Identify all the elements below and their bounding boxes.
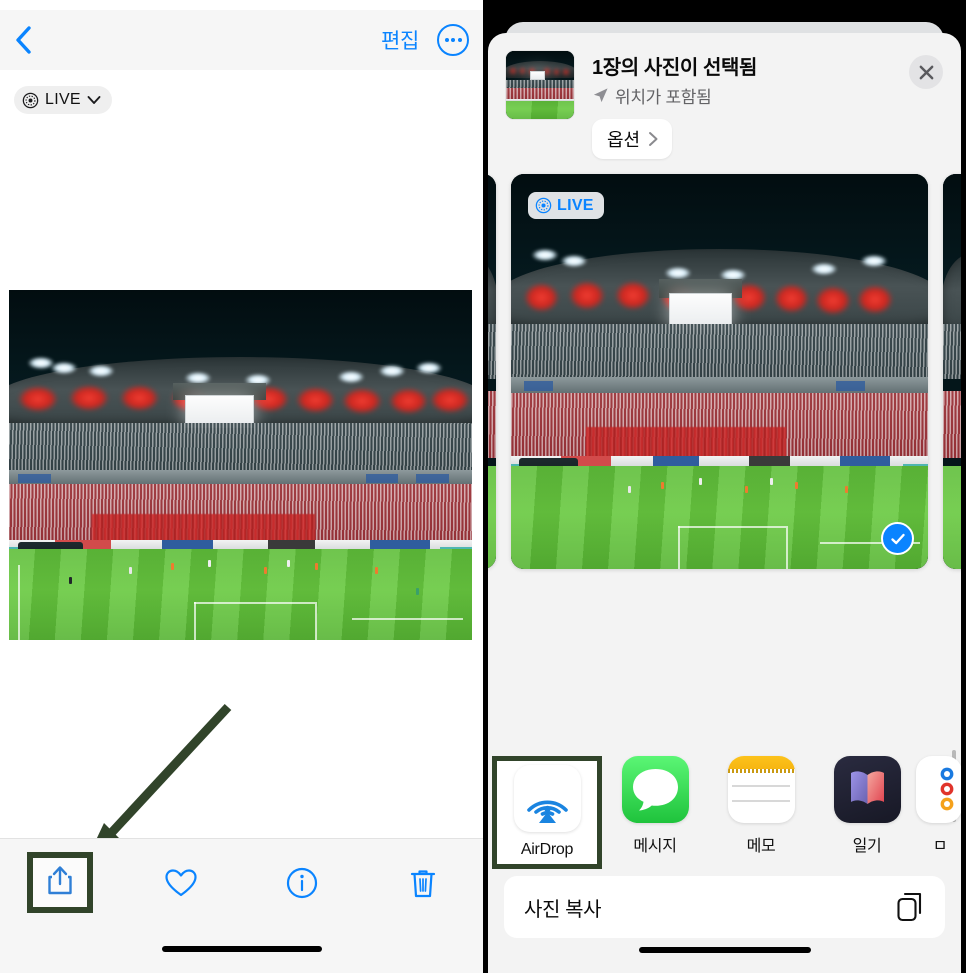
photo-detail-panel: 편집 LIVE — [0, 0, 483, 973]
upper-stand-crowd — [9, 423, 472, 472]
ellipsis-dot — [444, 38, 449, 42]
selected-checkmark[interactable] — [881, 522, 914, 555]
chevron-down-icon — [87, 96, 101, 104]
copy-photo-action[interactable]: 사진 복사 — [504, 876, 945, 938]
football-pitch — [9, 549, 472, 640]
live-photo-toggle[interactable]: LIVE — [14, 86, 112, 114]
copy-photo-label: 사진 복사 — [524, 898, 602, 921]
share-sheet-text: 1장의 사진이 선택됨 위치가 포함됨 옵션 — [592, 50, 945, 165]
delete-button-cell — [362, 867, 483, 899]
live-photo-badge[interactable]: LIVE — [528, 192, 604, 219]
airdrop-icon — [513, 765, 581, 832]
copy-icon — [897, 892, 922, 922]
thumbnail-image — [506, 51, 574, 119]
home-indicator[interactable] — [638, 947, 811, 953]
stadium-image — [9, 290, 472, 640]
share-icon[interactable] — [46, 864, 74, 896]
back-button[interactable] — [14, 23, 44, 57]
photo-carousel: LIVE — [488, 165, 961, 822]
messages-icon — [621, 756, 689, 823]
info-circle-icon[interactable] — [286, 867, 318, 899]
chevron-right-icon — [649, 132, 658, 146]
location-included-label: 위치가 포함됨 — [615, 88, 712, 107]
share-sheet-header: 1장의 사진이 선택됨 위치가 포함됨 옵션 — [488, 33, 961, 165]
supporters-section — [92, 514, 315, 542]
heart-icon[interactable] — [164, 868, 198, 898]
live-photo-icon — [22, 92, 39, 108]
mail-icon — [916, 756, 961, 823]
carousel-stadium-image — [511, 174, 928, 569]
live-label: LIVE — [45, 91, 81, 108]
home-indicator[interactable] — [161, 946, 322, 952]
nav-right-group: 편집 — [381, 24, 469, 56]
selection-title: 1장의 사진이 선택됨 — [592, 57, 758, 79]
navigation-bar: 편집 — [0, 10, 483, 70]
share-button-cell — [0, 852, 121, 913]
live-badge-label: LIVE — [557, 196, 594, 214]
share-sheet: 1장의 사진이 선택됨 위치가 포함됨 옵션 LIVE AirDrop 메시지 … — [488, 33, 961, 973]
chevron-left-icon — [16, 26, 31, 54]
share-actions: 사진 복사 — [488, 876, 961, 938]
photo-toolbar — [0, 838, 483, 926]
trash-icon[interactable] — [409, 867, 437, 899]
ellipsis-dot — [457, 38, 462, 42]
main-photo[interactable] — [9, 290, 472, 640]
close-icon — [919, 65, 933, 79]
options-button[interactable]: 옵션 — [592, 119, 673, 159]
options-label: 옵션 — [607, 130, 641, 150]
share-target-mail[interactable]: ㅁ — [916, 756, 961, 856]
share-target-notes[interactable]: 메모 — [708, 756, 814, 856]
carousel-photo-selected[interactable]: LIVE — [511, 174, 928, 569]
live-photo-icon — [535, 197, 552, 214]
share-target-messages[interactable]: 메시지 — [602, 756, 708, 856]
mail-label: ㅁ — [932, 838, 948, 855]
notes-label: 메모 — [746, 838, 776, 855]
location-arrow-icon — [593, 88, 608, 103]
favorite-button-cell — [121, 868, 242, 898]
sheet-spacer — [488, 580, 961, 752]
airdrop-label: AirDrop — [520, 841, 574, 858]
app-share-row: AirDrop 메시지 메모 일기 ㅁ — [488, 752, 961, 870]
carousel-photo-next[interactable] — [943, 174, 961, 569]
share-target-airdrop[interactable]: AirDrop — [492, 756, 602, 869]
share-target-journal[interactable]: 일기 — [814, 756, 920, 856]
edit-button[interactable]: 편집 — [381, 25, 419, 55]
carousel-photo-previous[interactable] — [488, 174, 496, 569]
selected-photo-thumbnail[interactable] — [505, 50, 575, 120]
checkmark-icon — [890, 533, 905, 544]
journal-label: 일기 — [852, 838, 882, 855]
more-options-button[interactable] — [437, 24, 469, 56]
messages-label: 메시지 — [633, 838, 677, 855]
journal-icon — [833, 756, 901, 823]
share-button-highlight — [27, 852, 94, 913]
share-sheet-panel: 1장의 사진이 선택됨 위치가 포함됨 옵션 LIVE AirDrop 메시지 … — [483, 0, 966, 973]
location-row: 위치가 포함됨 — [592, 83, 945, 108]
close-button[interactable] — [909, 55, 943, 89]
ellipsis-dot — [451, 38, 455, 42]
info-button-cell — [242, 867, 363, 899]
screenshot-root: 편집 LIVE 1장의 사진이 선택됨 위치가 포함됨 옵션 LIVE AirD… — [0, 0, 966, 973]
notes-icon — [727, 756, 795, 823]
